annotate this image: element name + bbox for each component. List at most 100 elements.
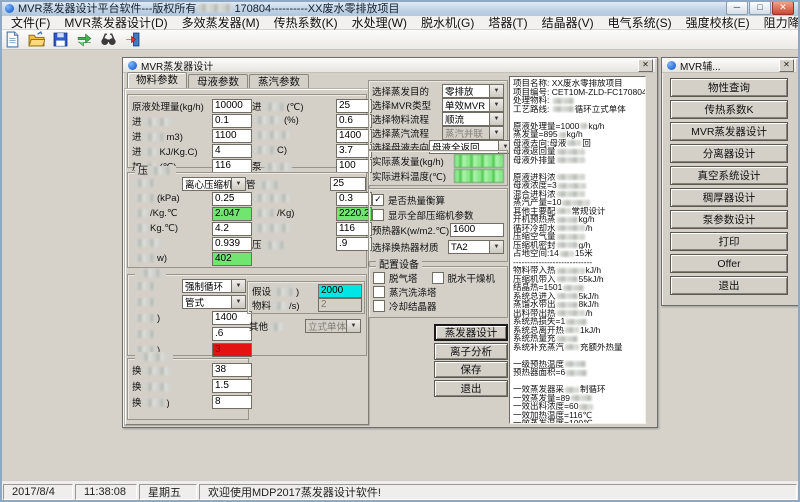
checkbox-row[interactable]: ✓是否热量衡算 [372,192,504,207]
dropdown[interactable]: 单效MVR▼ [442,98,504,112]
close-button[interactable]: ✕ [772,1,794,15]
toolbar-exit-door-icon[interactable] [123,30,147,49]
tool-button-9[interactable]: Offer [670,254,788,273]
menu-item[interactable]: 脱水机(G) [414,14,481,31]
dropdown[interactable]: 零排放▼ [442,84,504,98]
minimize-button[interactable]: ─ [726,1,748,15]
tool-button-1[interactable]: 物性查询 [670,78,788,97]
checkbox[interactable] [432,272,444,284]
tool-button-10[interactable]: 退出 [670,276,788,295]
value-field[interactable]: 3 [212,343,252,357]
value-field[interactable]: 0.1 [212,114,252,128]
menu-item[interactable]: 结晶器(V) [535,14,601,31]
chevron-down-icon[interactable]: ▼ [231,296,245,308]
value-field[interactable]: 0.3 [336,192,372,206]
value-field[interactable]: 3.7 [336,144,372,158]
checkbox-row[interactable]: 脱水干燥机 [432,270,496,285]
value-field[interactable]: 116 [336,222,372,236]
menu-item[interactable]: 电气系统(S) [601,14,679,31]
value-field[interactable]: .6 [212,327,252,341]
value-field[interactable]: 1.5 [212,379,252,393]
action-button-2[interactable]: 离子分析 [434,343,508,360]
value-field[interactable]: 1600 [450,223,504,237]
value-field[interactable]: 2000 [318,284,362,298]
dropdown[interactable]: 蒸汽并联▼ [442,126,504,140]
menu-item[interactable]: 多效蒸发器(M) [175,14,267,31]
value-field[interactable]: .9 [336,237,372,251]
toolbar-open-folder-icon[interactable] [27,30,51,49]
checkbox[interactable] [372,209,384,221]
value-field[interactable]: 25 [336,99,372,113]
value-field[interactable]: 10000 [212,99,252,113]
value-field[interactable]: 2 [318,298,362,312]
tool-button-8[interactable]: 打印 [670,232,788,251]
value-field[interactable] [454,154,504,168]
dropdown[interactable]: 离心压缩机▼ [182,177,246,191]
action-button-4[interactable]: 退出 [434,380,508,397]
chevron-down-icon[interactable]: ▼ [489,113,503,125]
tool-button-5[interactable]: 真空系统设计 [670,166,788,185]
value-field[interactable]: 116 [212,159,252,173]
tab-2[interactable]: 母液参数 [188,74,248,89]
action-button-1[interactable]: 蒸发器设计 [434,324,508,341]
value-field[interactable]: 100 [336,159,372,173]
menu-item[interactable]: MVR蒸发器设计(D) [57,14,174,31]
menu-item[interactable]: 塔器(T) [481,14,534,31]
chevron-down-icon[interactable]: ▼ [489,127,503,139]
menu-item[interactable]: 水处理(W) [345,14,414,31]
toolbar-new-document-icon[interactable] [3,30,27,49]
value-field[interactable]: 2220.2 [336,207,372,221]
value-field[interactable]: 402 [212,252,252,266]
checkbox-row[interactable]: 脱气塔 [373,270,418,285]
tab-1[interactable]: 物料参数 [127,72,187,89]
toolbar-save-icon[interactable] [51,30,75,49]
tool-button-4[interactable]: 分离器设计 [670,144,788,163]
value-field[interactable]: 25 [330,177,366,191]
tool-button-7[interactable]: 泵参数设计 [670,210,788,229]
chevron-down-icon[interactable]: ▼ [231,178,245,190]
dropdown[interactable]: 立式单体▼ [305,319,361,333]
tool-window-close-icon[interactable]: ✕ [779,59,794,72]
menu-item[interactable]: 文件(F) [4,14,57,31]
checkbox-row[interactable]: 蒸汽洗涤塔 [373,285,437,300]
chevron-down-icon[interactable]: ▼ [489,85,503,97]
tool-button-6[interactable]: 稠厚器设计 [670,188,788,207]
maximize-button[interactable]: □ [749,1,771,15]
value-field[interactable] [454,169,504,183]
chevron-down-icon[interactable]: ▼ [489,241,503,253]
design-window-close-icon[interactable]: ✕ [638,59,653,72]
dropdown[interactable]: 顺流▼ [442,112,504,126]
menu-item[interactable]: 强度校核(E) [679,14,757,31]
checkbox[interactable] [373,300,385,312]
menu-item[interactable]: 传热系数(K) [267,14,345,31]
value-field[interactable]: 1400 [336,129,372,143]
checkbox[interactable]: ✓ [372,194,384,206]
tab-3[interactable]: 蒸汽参数 [249,74,309,89]
toolbar-swap-arrows-icon[interactable] [75,30,99,49]
value-field[interactable]: 0.939 [212,237,252,251]
value-field[interactable]: 4.2 [212,222,252,236]
value-field[interactable]: 1400 [212,311,252,325]
checkbox-row[interactable]: 冷却结晶器 [373,299,437,314]
checkbox[interactable] [373,272,385,284]
chevron-down-icon[interactable]: ▼ [489,99,503,111]
value-field[interactable]: 4 [212,144,252,158]
value-field[interactable]: 1100 [212,129,252,143]
tool-button-2[interactable]: 传热系数K [670,100,788,119]
dropdown[interactable]: 强制循环▼ [182,279,246,293]
menu-item[interactable]: 阻力降(Z) [757,14,800,31]
value-field[interactable]: 38 [212,363,252,377]
tool-button-3[interactable]: MVR蒸发器设计 [670,122,788,141]
chevron-down-icon[interactable]: ▼ [231,280,245,292]
project-info-list[interactable]: 项目名称: XX废水零排放项目项目编号: CET10M-ZLD-FC170804… [509,76,646,424]
checkbox-row[interactable]: 显示全部压缩机参数 [372,207,504,222]
dropdown[interactable]: 管式▼ [182,295,246,309]
dropdown[interactable]: TA2▼ [448,240,504,254]
value-field[interactable]: 8 [212,395,252,409]
value-field[interactable]: 0.25 [212,192,252,206]
value-field[interactable]: 0.6 [336,114,372,128]
checkbox[interactable] [373,286,385,298]
chevron-down-icon[interactable]: ▼ [346,320,360,332]
action-button-3[interactable]: 保存 [434,361,508,378]
toolbar-binoculars-search-icon[interactable] [99,30,123,49]
